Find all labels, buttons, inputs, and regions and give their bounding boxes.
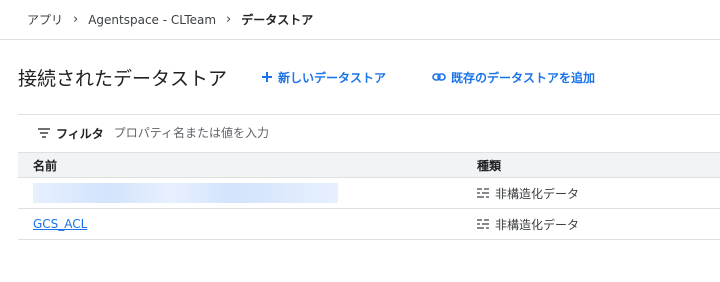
chevron-right-icon: ›: [73, 12, 79, 27]
plus-icon: [262, 72, 273, 82]
unstructured-data-icon: [477, 188, 489, 198]
datastore-type-label: 非構造化データ: [495, 186, 580, 201]
datastore-type-cell: 非構造化データ: [475, 216, 579, 233]
datastore-name-cell: GCS_ACL: [18, 217, 475, 231]
breadcrumb-item-app[interactable]: Agentspace - CLTeam: [88, 13, 216, 27]
chevron-right-icon: ›: [226, 12, 232, 27]
datastore-name-cell: [18, 183, 475, 203]
filter-icon[interactable]: [38, 128, 50, 138]
filter-label: フィルタ: [56, 126, 104, 141]
new-datastore-button[interactable]: 新しいデータストア: [261, 69, 386, 86]
filter-input[interactable]: [113, 126, 414, 140]
add-existing-datastore-button[interactable]: 既存のデータストアを追加: [432, 69, 595, 86]
datastore-table: 名前 種類 非構造化データ GCS_ACL 非構造化データ: [18, 152, 720, 240]
table-row: GCS_ACL 非構造化データ: [18, 209, 720, 240]
filter-bar: フィルタ: [38, 124, 414, 142]
section-divider: [18, 114, 720, 115]
breadcrumb-item-current: データストア: [241, 13, 314, 27]
column-header-name[interactable]: 名前: [18, 157, 475, 174]
datastore-name-link[interactable]: GCS_ACL: [33, 217, 87, 231]
link-icon: [432, 73, 446, 81]
breadcrumb: アプリ › Agentspace - CLTeam › データストア: [0, 0, 720, 40]
page-title: 接続されたデータストア: [18, 67, 228, 90]
new-datastore-label: 新しいデータストア: [278, 70, 387, 85]
title-row: 接続されたデータストア 新しいデータストア 既存のデータストアを追加: [18, 60, 595, 94]
table-header: 名前 種類: [18, 152, 720, 178]
datastore-type-label: 非構造化データ: [495, 217, 580, 232]
table-row: 非構造化データ: [18, 178, 720, 209]
datastore-type-cell: 非構造化データ: [475, 185, 579, 202]
redacted-name-link[interactable]: [33, 183, 338, 203]
breadcrumb-item-apps[interactable]: アプリ: [27, 11, 63, 28]
column-header-type[interactable]: 種類: [475, 157, 501, 174]
unstructured-data-icon: [477, 219, 489, 229]
add-existing-label: 既存のデータストアを追加: [451, 70, 596, 85]
